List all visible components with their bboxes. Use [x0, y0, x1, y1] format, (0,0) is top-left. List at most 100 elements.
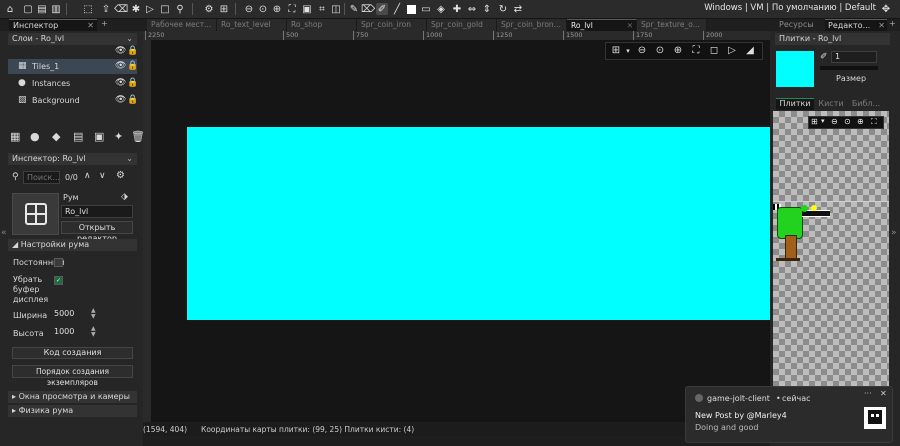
zoom-reset-icon[interactable]: ⊙	[844, 117, 851, 126]
fit-icon[interactable]: ⛶	[690, 45, 702, 57]
physics-header[interactable]: ▸ Физика рума	[8, 405, 137, 417]
close-icon[interactable]: ✕	[627, 20, 633, 31]
layers-icon[interactable]: ◫	[330, 3, 342, 15]
debug-icon[interactable]: ✱	[130, 3, 142, 15]
chevron-down-icon[interactable]: ▾	[821, 117, 825, 125]
subtab-tiles[interactable]: Плитки	[776, 98, 814, 110]
pencil-icon[interactable]: ✎	[348, 3, 360, 15]
tab-inspector[interactable]: Инспектор ✕	[9, 19, 97, 31]
close-icon[interactable]: ✕	[87, 20, 94, 31]
zoom-out-icon[interactable]: ⊖	[243, 3, 255, 15]
run-icon[interactable]: ▷	[144, 3, 156, 15]
add-tile-layer-icon[interactable]: ▦	[10, 130, 20, 143]
tab-ro-shop[interactable]: Ro_shop	[287, 19, 357, 31]
clear-buffer-checkbox[interactable]: ✓	[54, 276, 63, 285]
grid-icon[interactable]: ⊞	[811, 117, 818, 126]
height-stepper[interactable]: ▲ ▼	[91, 326, 96, 338]
eraser-icon[interactable]: ◢	[744, 45, 756, 57]
tiles-header[interactable]: Плитки - Ro_lvl	[775, 33, 890, 45]
package-icon[interactable]: ⬚	[82, 3, 94, 15]
tab-spr-coin-gold[interactable]: Spr_coin_gold	[427, 19, 497, 31]
tag-icon[interactable]: ⬗	[121, 192, 128, 202]
grid-icon[interactable]: ▣	[301, 3, 313, 15]
tab-workspace[interactable]: Рабочее мест...	[147, 19, 217, 31]
bucket-icon[interactable]: ◈	[435, 3, 447, 15]
rotate-icon[interactable]: ↻	[497, 3, 509, 15]
debug-run-icon[interactable]: ⚲	[174, 3, 186, 15]
line-icon[interactable]: ╱	[391, 3, 403, 15]
grid-icon[interactable]: ⊞	[610, 45, 622, 57]
zoom-reset-icon[interactable]: ⊙	[257, 3, 269, 15]
clean-icon[interactable]: ⌫	[114, 3, 128, 15]
build-icon[interactable]: ⇪	[100, 3, 112, 15]
brush-size-field[interactable]: 1	[831, 51, 877, 63]
fill-icon[interactable]: ▭	[420, 3, 432, 15]
tab-spr-texture[interactable]: Spr_texture_o...	[637, 19, 707, 31]
chevron-up-icon[interactable]: ∧	[84, 171, 91, 181]
target-selector[interactable]: Windows | VM | По умолчанию | Default	[704, 3, 876, 13]
more-icon[interactable]: ···	[864, 389, 872, 398]
tab-ro-lvl[interactable]: Ro_lvl ✕	[567, 19, 637, 31]
size-slider[interactable]	[820, 66, 878, 70]
stop-icon[interactable]: ◻	[708, 45, 720, 57]
save-icon[interactable]: ▥	[50, 3, 62, 15]
pick-icon[interactable]: ✚	[451, 3, 463, 15]
lock-icon[interactable]: 🔒	[127, 78, 138, 88]
instance-order-button[interactable]: Порядок создания экземпляров	[12, 365, 133, 387]
add-folder-icon[interactable]: ▣	[94, 130, 104, 143]
add-path-layer-icon[interactable]: ▤	[73, 130, 83, 143]
add-tab-icon[interactable]: +	[889, 19, 896, 28]
magic-wand-icon[interactable]: ✦	[114, 130, 123, 143]
zoom-out-icon[interactable]: ⊖	[636, 45, 648, 57]
fit-icon[interactable]: ⛶	[871, 117, 877, 127]
eye-icon[interactable]: 👁	[115, 78, 126, 88]
snap-icon[interactable]: ⌗	[316, 3, 328, 15]
tab-resources[interactable]: Ресурсы	[777, 19, 827, 31]
zoom-in-icon[interactable]: ⊕	[672, 45, 684, 57]
tab-spr-coin-iron[interactable]: Spr_coin_iron	[357, 19, 427, 31]
layer-row-tiles[interactable]: ▦ Tiles_1 👁 🔒	[8, 59, 138, 74]
brush-icon[interactable]: ✐	[376, 3, 388, 15]
chevron-down-icon[interactable]: ∨	[99, 171, 106, 181]
eye-icon[interactable]: 👁	[115, 46, 126, 56]
lock-icon[interactable]: 🔒	[127, 46, 138, 56]
viewports-header[interactable]: ▸ Окна просмотра и камеры	[8, 391, 137, 403]
room-name-field[interactable]: Ro_lvl	[61, 205, 133, 218]
lock-icon[interactable]: 🔒	[127, 61, 138, 71]
zoom-in-icon[interactable]: ⊕	[857, 117, 864, 126]
search-input[interactable]: Поиск...	[23, 171, 60, 184]
eraser-icon[interactable]: ⌦	[361, 3, 375, 15]
subtab-brushes[interactable]: Кисти	[815, 98, 847, 109]
open-icon[interactable]: ▤	[36, 3, 48, 15]
home-icon[interactable]: ⌂	[4, 3, 16, 15]
add-tab-icon[interactable]: +	[101, 19, 108, 28]
layer-row-instances[interactable]: ● Instances 👁 🔒	[8, 76, 138, 91]
play-icon[interactable]: ▷	[726, 45, 738, 57]
add-asset-layer-icon[interactable]: ◆	[52, 130, 60, 143]
layers-header[interactable]: Слои - Ro_lvl ⌄	[8, 33, 137, 45]
flip-horizontal-icon[interactable]: ⇔	[466, 3, 478, 15]
flip-vertical-icon[interactable]: ⇕	[481, 3, 493, 15]
gear-icon[interactable]: ⚙	[116, 170, 125, 181]
width-stepper[interactable]: ▲ ▼	[91, 308, 96, 320]
close-icon[interactable]: ✕	[880, 389, 887, 398]
room-settings-header[interactable]: ◢ Настройки рума	[8, 239, 137, 251]
tab-ro-text-level[interactable]: Ro_text_level	[217, 19, 287, 31]
zoom-in-icon[interactable]: ⊕	[271, 3, 283, 15]
zoom-out-icon[interactable]: ⊖	[831, 117, 838, 126]
rect-icon[interactable]	[405, 3, 417, 15]
width-field[interactable]: 5000	[51, 308, 89, 321]
inspector-header[interactable]: Инспектор: Ro_lvl ⌄	[8, 153, 137, 165]
creation-code-button[interactable]: Код создания	[12, 347, 133, 359]
tab-editor[interactable]: Редакто... ✕	[825, 19, 887, 31]
room-area[interactable]	[187, 127, 770, 320]
layer-row-background[interactable]: ▨ Background 👁 🔒	[8, 93, 138, 108]
new-file-icon[interactable]: ▢	[22, 3, 34, 15]
open-editor-button[interactable]: Открыть редактор	[61, 221, 133, 243]
close-icon[interactable]: ✕	[878, 20, 885, 31]
mirror-icon[interactable]: ⇄	[512, 3, 524, 15]
fit-icon[interactable]: ⛶	[286, 3, 298, 15]
subtab-library[interactable]: Библ...	[848, 98, 884, 109]
layout-icon[interactable]: ⊞	[218, 3, 230, 15]
eye-icon[interactable]: 👁	[115, 61, 126, 71]
